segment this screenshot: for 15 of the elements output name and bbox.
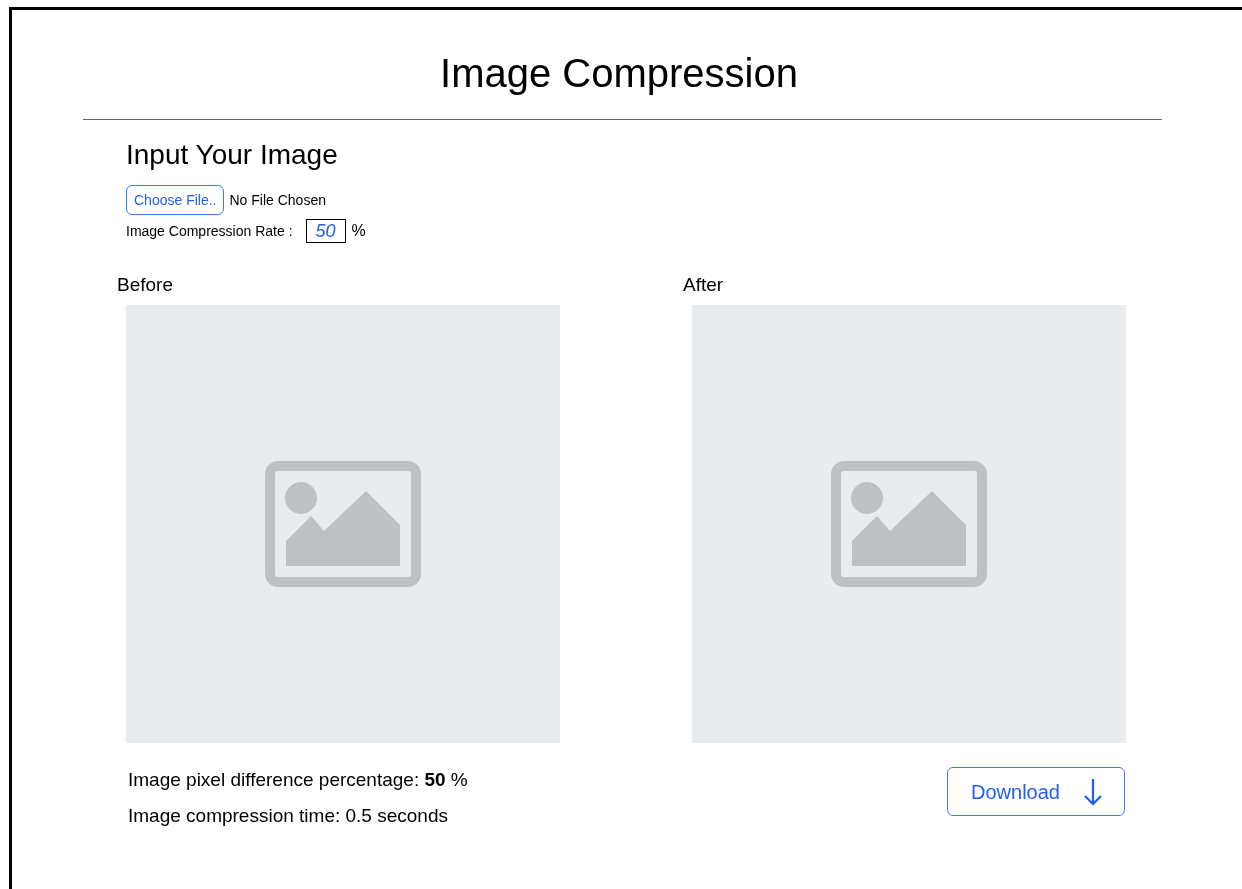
download-button[interactable]: Download bbox=[947, 767, 1125, 816]
file-status: No File Chosen bbox=[229, 190, 326, 210]
rate-input[interactable]: 50 bbox=[305, 219, 346, 243]
rate-label: Image Compression Rate : bbox=[126, 221, 293, 241]
panel-label: After bbox=[683, 273, 725, 297]
image-icon bbox=[265, 461, 421, 587]
panel-label: Before bbox=[117, 273, 174, 297]
page-title: Image Compression bbox=[439, 50, 799, 97]
image-icon bbox=[831, 461, 987, 587]
section-heading: Input Your Image bbox=[126, 138, 339, 172]
choose-file-button[interactable]: Choose File.. bbox=[126, 185, 225, 215]
download-arrow-icon bbox=[1084, 777, 1102, 806]
stat-text: Image compression time: 0.5 seconds bbox=[128, 804, 449, 828]
stat-text: Image pixel difference percentage: 50 % bbox=[128, 768, 468, 792]
rate-unit: % bbox=[351, 221, 366, 241]
